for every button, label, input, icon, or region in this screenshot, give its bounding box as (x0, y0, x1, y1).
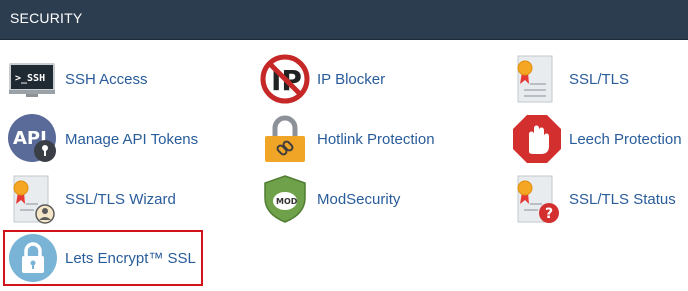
modsecurity-item[interactable]: MOD ModSecurity (260, 173, 400, 225)
leech-protection-item[interactable]: Leech Protection (512, 113, 682, 165)
api-token-icon: API (8, 114, 58, 164)
padlock-link-icon (260, 114, 310, 164)
ip-blocker-icon: IP (260, 54, 310, 104)
lets-encrypt-ssl-label: Lets Encrypt™ SSL (65, 249, 196, 267)
ssl-tls-item[interactable]: SSL/TLS (512, 53, 629, 105)
section-header: SECURITY (0, 0, 688, 40)
terminal-icon: >_SSH (8, 54, 58, 104)
shield-icon: MOD (260, 174, 310, 224)
ssl-tls-wizard-label: SSL/TLS Wizard (65, 190, 176, 208)
ip-blocker-item[interactable]: IP IP Blocker (260, 53, 385, 105)
svg-text:>_SSH: >_SSH (15, 73, 45, 84)
ssl-tls-wizard-item[interactable]: SSL/TLS Wizard (8, 173, 176, 225)
certificate-status-icon: ? (512, 174, 562, 224)
certificate-wizard-icon (8, 174, 58, 224)
svg-text:MOD: MOD (276, 197, 298, 206)
ssl-tls-label: SSL/TLS (569, 70, 630, 88)
ssh-access-label: SSH Access (65, 70, 148, 88)
manage-api-tokens-label: Manage API Tokens (65, 130, 199, 148)
section-title: SECURITY (10, 10, 83, 26)
certificate-icon (512, 54, 562, 104)
ssl-tls-status-item[interactable]: ? SSL/TLS Status (512, 173, 676, 225)
svg-text:?: ? (545, 206, 553, 222)
leech-protection-label: Leech Protection (569, 130, 682, 148)
ssh-access-item[interactable]: >_SSH SSH Access (8, 53, 148, 105)
manage-api-tokens-item[interactable]: API Manage API Tokens (8, 113, 198, 165)
lets-encrypt-ssl-item[interactable]: Lets Encrypt™ SSL (3, 230, 203, 286)
modsecurity-label: ModSecurity (317, 190, 401, 208)
ssl-tls-status-label: SSL/TLS Status (569, 190, 676, 208)
hotlink-protection-label: Hotlink Protection (317, 130, 435, 148)
stop-hand-icon (512, 114, 562, 164)
ip-blocker-label: IP Blocker (317, 70, 386, 88)
hotlink-protection-item[interactable]: Hotlink Protection (260, 113, 435, 165)
security-panel: SECURITY >_SSH SSH Access IP IP Blocker (0, 0, 688, 291)
padlock-icon (8, 233, 58, 283)
